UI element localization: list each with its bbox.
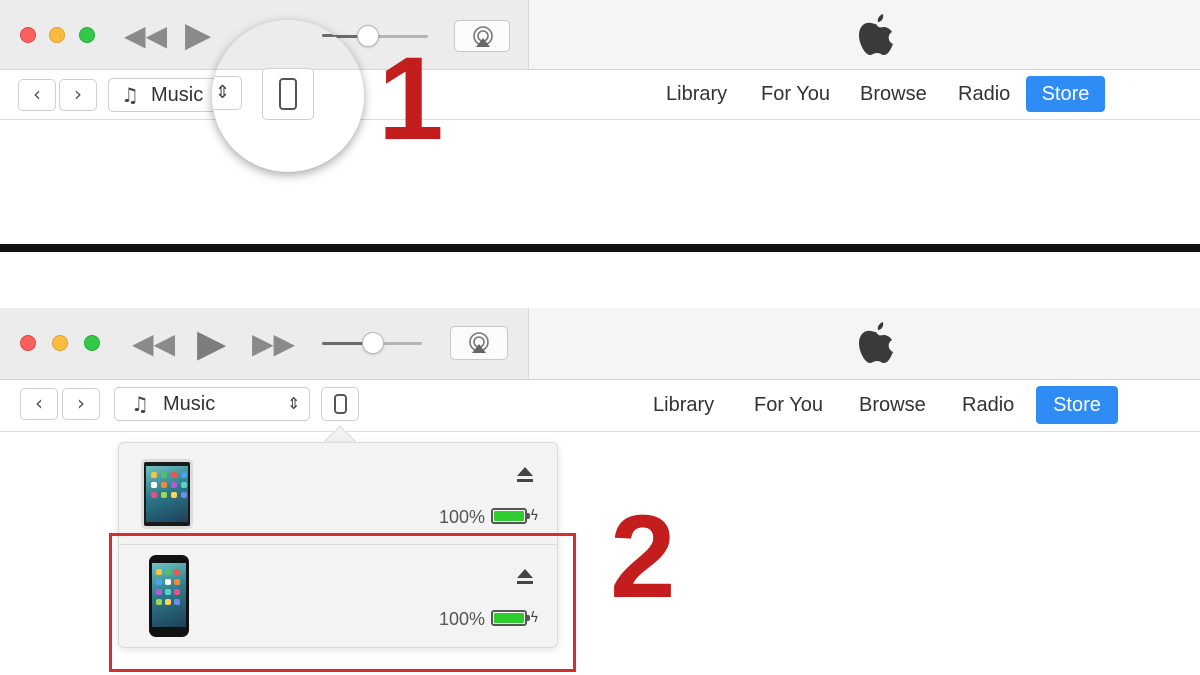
battery-percent: 100% <box>438 507 485 527</box>
tab-store[interactable]: Store <box>1026 76 1105 112</box>
apple-logo-icon <box>856 10 896 69</box>
battery-icon <box>491 508 530 524</box>
tab-browse[interactable]: Browse <box>859 394 926 417</box>
device-button[interactable] <box>321 387 359 421</box>
charging-bolt-icon: ϟ <box>529 508 539 524</box>
step-1-panel: ◀◀ ▶ ‹ › ♫ Music ⇕ Library For You Bro <box>0 0 1200 245</box>
minimize-button[interactable] <box>49 27 65 43</box>
music-note-icon: ♫ <box>121 83 139 107</box>
back-button[interactable]: ‹ <box>20 388 58 420</box>
tab-radio[interactable]: Radio <box>962 394 1014 417</box>
chevron-right-icon: › <box>77 391 85 415</box>
device-row-ipad[interactable]: 100% ϟ <box>119 443 557 543</box>
highlight-box <box>109 533 576 672</box>
airplay-button[interactable] <box>454 20 510 52</box>
magnifier-callout: ⇕ <box>212 20 364 172</box>
divider <box>0 244 1200 252</box>
volume-slider-fill <box>322 342 367 345</box>
tab-for-you[interactable]: For You <box>761 83 830 106</box>
lcd-display <box>528 0 1200 69</box>
media-kind-select[interactable]: ♫ Music ⇕ <box>114 387 310 421</box>
step-number-2: 2 <box>610 491 676 623</box>
zoom-button[interactable] <box>84 335 100 351</box>
rewind-icon[interactable]: ◀◀ <box>124 22 167 50</box>
tab-browse[interactable]: Browse <box>860 83 927 106</box>
volume-slider-knob[interactable] <box>362 332 384 354</box>
play-icon[interactable]: ▶ <box>197 324 226 362</box>
media-kind-label: Music <box>163 393 216 415</box>
title-bar: ◀◀ ▶ <box>0 0 1200 70</box>
tab-library[interactable]: Library <box>666 83 727 106</box>
chevron-right-icon: › <box>74 82 82 106</box>
tab-library[interactable]: Library <box>653 394 714 417</box>
forward-button[interactable]: › <box>59 79 97 111</box>
toolbar: ‹ › ♫ Music ⇕ Library For You Browse Rad… <box>0 380 1200 432</box>
music-note-icon: ♫ <box>131 392 149 416</box>
tab-store[interactable]: Store <box>1036 386 1118 424</box>
chevron-left-icon: ‹ <box>33 82 41 106</box>
toolbar: ‹ › ♫ Music ⇕ Library For You Browse Rad… <box>0 70 1200 120</box>
tab-for-you[interactable]: For You <box>754 394 823 417</box>
airplay-button[interactable] <box>450 326 508 360</box>
close-button[interactable] <box>20 335 36 351</box>
lcd-display <box>528 308 1200 379</box>
apple-logo-icon <box>856 318 896 377</box>
media-kind-label: Music <box>151 84 204 106</box>
device-button[interactable] <box>262 68 314 120</box>
chevron-left-icon: ‹ <box>35 391 43 415</box>
ipad-icon <box>141 459 193 529</box>
fast-forward-icon[interactable]: ▶▶ <box>252 330 295 358</box>
airplay-icon <box>469 332 489 353</box>
zoom-button[interactable] <box>79 27 95 43</box>
chevron-updown-icon: ⇕ <box>287 394 301 413</box>
forward-button[interactable]: › <box>62 388 100 420</box>
close-button[interactable] <box>20 27 36 43</box>
iphone-icon <box>279 78 297 110</box>
play-icon[interactable]: ▶ <box>185 18 211 52</box>
eject-icon[interactable] <box>515 467 535 485</box>
step-number-1: 1 <box>378 33 444 165</box>
back-button[interactable]: ‹ <box>18 79 56 111</box>
iphone-icon <box>334 394 347 414</box>
battery-fill <box>494 511 524 521</box>
tab-radio[interactable]: Radio <box>958 83 1010 106</box>
airplay-icon <box>473 26 493 47</box>
title-bar: ◀◀ ▶ ▶▶ <box>0 308 1200 380</box>
minimize-button[interactable] <box>52 335 68 351</box>
rewind-icon[interactable]: ◀◀ <box>132 330 175 358</box>
